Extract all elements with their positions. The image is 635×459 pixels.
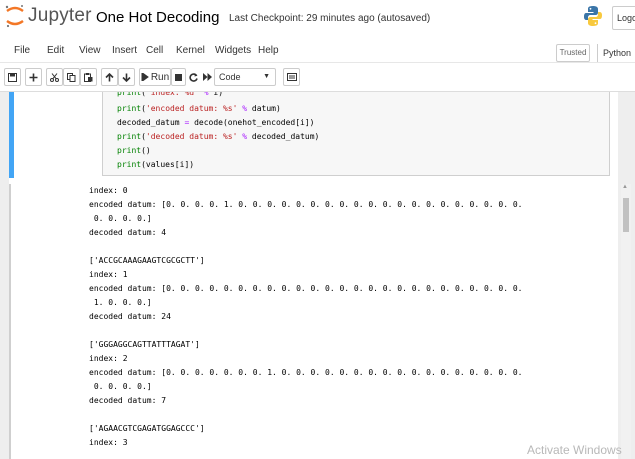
notebook-container: print('index: %d' % i) print('encoded da…: [0, 92, 635, 459]
run-icon: [140, 73, 149, 81]
cut-button[interactable]: [46, 68, 63, 86]
selected-cell-indicator: [9, 92, 14, 178]
run-button[interactable]: Run: [139, 68, 171, 86]
output-line: encoded datum: [0. 0. 0. 0. 0. 0. 0. 1. …: [89, 368, 523, 377]
trusted-indicator[interactable]: Trusted: [556, 44, 590, 62]
code-line: decoded_datum = decode(onehot_encoded[i]…: [117, 118, 315, 127]
code-cell[interactable]: print('index: %d' % i) print('encoded da…: [9, 92, 618, 178]
output-line: decoded datum: 7: [89, 396, 167, 405]
menu-kernel[interactable]: Kernel: [176, 45, 205, 56]
chevron-down-icon: ▼: [263, 73, 270, 80]
kernel-indicator: Python 3: [597, 44, 635, 76]
menu-help[interactable]: Help: [258, 45, 279, 56]
paste-button[interactable]: [80, 68, 97, 86]
jupyter-logo[interactable]: Jupyter: [4, 3, 92, 29]
cell-type-value: Code: [219, 72, 241, 82]
output-line: 1. 0. 0. 0.]: [89, 298, 152, 307]
code-line: print('index: %d' % i): [117, 92, 224, 97]
cell-type-select[interactable]: Code ▼: [214, 68, 276, 86]
notebook-title[interactable]: One Hot Decoding: [96, 9, 219, 26]
menu-file[interactable]: File: [14, 45, 30, 56]
cut-icon: [50, 72, 59, 82]
output-line: ['ACCGCAAAGAAGTCGCGCTT']: [89, 256, 205, 265]
menu-view[interactable]: View: [79, 45, 101, 56]
output-line: encoded datum: [0. 0. 0. 0. 1. 0. 0. 0. …: [89, 200, 523, 209]
code-line: print(values[i]): [117, 160, 195, 169]
output-line: 0. 0. 0. 0.]: [89, 214, 152, 223]
run-label: Run: [150, 71, 170, 83]
scrollbar-thumb[interactable]: [623, 198, 629, 232]
jupyter-logo-text: Jupyter: [28, 5, 92, 26]
checkpoint-status: Last Checkpoint: 29 minutes ago (autosav…: [229, 13, 431, 24]
move-down-button[interactable]: [118, 68, 135, 86]
output-line: decoded datum: 4: [89, 228, 167, 237]
stop-icon: [175, 73, 182, 81]
toolbar: Run Code ▼: [0, 65, 635, 92]
add-cell-button[interactable]: [25, 68, 42, 86]
output-cell-edge: [9, 184, 11, 459]
notebook-header: Jupyter One Hot Decoding Last Checkpoint…: [0, 0, 635, 40]
menu-cell[interactable]: Cell: [146, 45, 163, 56]
output-line: 0. 0. 0. 0.]: [89, 382, 152, 391]
menu-edit[interactable]: Edit: [47, 45, 64, 56]
output-line: index: 3: [89, 438, 128, 447]
output-line: index: 1: [89, 270, 128, 279]
code-line: print('decoded datum: %s' % decoded_datu…: [117, 132, 320, 141]
output-line: decoded datum: 24: [89, 312, 171, 321]
code-line: print(): [117, 146, 151, 155]
output-scrollbar[interactable]: ▲: [621, 184, 631, 459]
fast-forward-button[interactable]: [201, 68, 214, 86]
move-up-button[interactable]: [101, 68, 118, 86]
save-button[interactable]: [4, 68, 21, 86]
python-logo-icon: [584, 6, 602, 26]
jupyter-mark-icon: [5, 5, 24, 28]
save-icon: [8, 72, 17, 82]
scroll-up-icon[interactable]: ▲: [622, 184, 628, 190]
add-cell-icon: [29, 73, 38, 81]
command-palette-button[interactable]: [283, 68, 300, 86]
output-line: index: 0: [89, 186, 128, 195]
menu-widgets[interactable]: Widgets: [215, 45, 251, 56]
output-cell: index: 0 encoded datum: [0. 0. 0. 0. 1. …: [9, 184, 618, 459]
move-up-icon: [105, 72, 114, 81]
notebook-panel: print('index: %d' % i) print('encoded da…: [9, 92, 618, 459]
code-input-area[interactable]: print('index: %d' % i) print('encoded da…: [102, 92, 610, 176]
output-line: ['GGGAGGCAGTTATTTAGAT']: [89, 340, 200, 349]
interrupt-button[interactable]: [171, 68, 186, 86]
output-line: encoded datum: [0. 0. 0. 0. 0. 0. 0. 0. …: [89, 284, 523, 293]
restart-icon: [188, 72, 198, 82]
restart-button[interactable]: [186, 68, 200, 86]
paste-icon: [84, 72, 93, 82]
copy-button[interactable]: [63, 68, 80, 86]
output-line: index: 2: [89, 354, 128, 363]
logout-button[interactable]: Logo: [612, 6, 635, 30]
move-down-icon: [122, 73, 131, 82]
activate-windows-watermark: Activate Windows: [527, 443, 622, 457]
keyboard-icon: [286, 73, 297, 81]
code-line: print('encoded datum: %s' % datum): [117, 104, 281, 113]
copy-icon: [67, 72, 76, 82]
output-line: ['AGAACGTCGAGATGGAGCCC']: [89, 424, 205, 433]
menubar: File Edit View Insert Cell Kernel Widget…: [0, 41, 635, 63]
menu-insert[interactable]: Insert: [112, 45, 137, 56]
fast-forward-icon: [203, 73, 212, 81]
